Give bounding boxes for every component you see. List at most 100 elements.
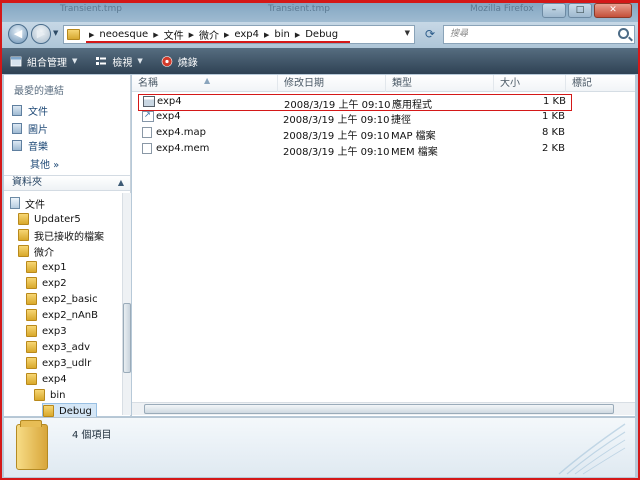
minimize-button[interactable]: – (542, 3, 566, 18)
chevron-right-icon[interactable]: ▶ (295, 31, 300, 39)
details-pane: 4 個項目 (4, 417, 635, 477)
column-header-date[interactable]: 修改日期 (278, 75, 386, 92)
file-size: 2 KB (542, 143, 565, 154)
folder-icon (26, 277, 37, 289)
breadcrumb-neoesque[interactable]: neoesque (99, 29, 148, 40)
folder-icon (26, 261, 37, 273)
shortcut-icon (142, 110, 154, 122)
background-window-title: Transient.tmp (268, 4, 330, 14)
breadcrumb-debug[interactable]: Debug (305, 29, 338, 40)
burn-button[interactable]: 燒錄 (161, 54, 198, 69)
navigation-bar: ◀ ▶ ▼ ▶ neoesque ▶ 文件 ▶ 微介 ▶ exp4 ▶ bin … (0, 22, 640, 48)
views-button[interactable]: 檢視 ▼ (95, 54, 143, 69)
burn-disc-icon (161, 55, 173, 67)
tree-item[interactable]: exp2_basic (26, 291, 98, 307)
tree-item[interactable]: exp3 (26, 323, 67, 339)
file-list-scrollbar[interactable] (132, 402, 635, 415)
tree-item[interactable]: exp2_nAnB (26, 307, 98, 323)
favorite-link-label: 圖片 (28, 125, 48, 136)
tree-item-label: bin (50, 389, 66, 401)
tree-item[interactable]: exp2 (26, 275, 67, 291)
table-row[interactable]: exp4.map 2008/3/19 上午 09:10 MAP 檔案 8 KB (138, 126, 572, 142)
folder-icon (18, 245, 29, 257)
tree-item[interactable]: exp3_adv (26, 339, 90, 355)
documents-icon (12, 105, 22, 116)
tree-item[interactable]: exp4 (26, 371, 67, 387)
favorite-link-label: 文件 (28, 107, 48, 118)
search-placeholder: 搜尋 (450, 29, 469, 39)
chevron-right-icon[interactable]: ▶ (89, 31, 94, 39)
background-window-title: Transient.tmp (60, 4, 122, 14)
file-name: exp4.mem (156, 143, 210, 154)
views-label: 檢視 (112, 57, 133, 69)
folder-icon (26, 309, 37, 321)
tree-item-label: exp3_udlr (42, 357, 92, 369)
title-bar: Transient.tmp Transient.tmp Mozilla Fire… (0, 0, 640, 22)
breadcrumb-bin[interactable]: bin (274, 29, 289, 40)
refresh-button[interactable]: ⟳ (419, 26, 441, 43)
search-icon[interactable] (618, 28, 629, 39)
forward-arrow-icon: ▶ (36, 27, 46, 40)
folders-section-header[interactable]: 資料夾 ▲ (4, 175, 130, 191)
favorite-link-documents[interactable]: 文件 (12, 103, 48, 118)
column-header-type[interactable]: 類型 (386, 75, 494, 92)
tree-item-label: exp2 (42, 277, 67, 289)
search-input[interactable]: 搜尋 (443, 25, 635, 44)
forward-button[interactable]: ▶ (31, 24, 51, 44)
tree-item[interactable]: 微介 (18, 243, 54, 259)
chevron-right-icon[interactable]: ▶ (153, 31, 158, 39)
chevron-up-icon[interactable]: ▲ (118, 176, 124, 190)
file-size: 8 KB (542, 127, 565, 138)
folder-icon (67, 29, 80, 40)
views-icon (96, 56, 107, 65)
address-history-dropdown[interactable]: ▼ (405, 29, 410, 37)
tree-item[interactable]: Updater5 (18, 211, 81, 227)
scrollbar-thumb[interactable] (144, 404, 614, 414)
column-header-size[interactable]: 大小 (494, 75, 566, 92)
organize-button[interactable]: 組合管理 ▼ (10, 54, 77, 69)
back-button[interactable]: ◀ (8, 24, 28, 44)
more-links[interactable]: 其他 » (30, 156, 59, 171)
recent-pages-dropdown[interactable]: ▼ (53, 29, 58, 37)
table-row[interactable]: exp4.mem 2008/3/19 上午 09:10 MEM 檔案 2 KB (138, 142, 572, 158)
scrollbar-thumb[interactable] (123, 303, 131, 373)
tree-item[interactable]: 我已接收的檔案 (18, 227, 104, 243)
favorite-link-music[interactable]: 音樂 (12, 138, 48, 153)
maximize-button[interactable]: □ (568, 3, 592, 18)
tree-item[interactable]: bin (34, 387, 65, 403)
tree-item[interactable]: exp3_udlr (26, 355, 91, 371)
file-type: MAP 檔案 (391, 131, 436, 142)
file-date: 2008/3/19 上午 09:10 (284, 100, 391, 111)
chevron-down-icon: ▼ (137, 57, 143, 65)
decorative-swoosh (558, 423, 626, 475)
tree-item[interactable]: 文件 (10, 195, 45, 211)
breadcrumb-exp4[interactable]: exp4 (234, 29, 259, 40)
column-header-tags[interactable]: 標記 (566, 75, 635, 92)
close-button[interactable]: ✕ (594, 3, 632, 18)
breadcrumb-weijie[interactable]: 微介 (199, 27, 219, 42)
favorite-link-pictures[interactable]: 圖片 (12, 121, 48, 136)
folder-icon (26, 357, 37, 369)
back-arrow-icon: ◀ (13, 27, 23, 40)
table-row[interactable]: exp4 2008/3/19 上午 09:10捷徑 1 KB (138, 110, 572, 126)
item-count: 4 個項目 (72, 430, 112, 441)
table-row[interactable]: exp4 2008/3/19 上午 09:10 應用程式 1 KB (138, 94, 572, 111)
folder-tree-scrollbar[interactable] (122, 193, 131, 415)
file-date: 2008/3/19 上午 09:10 (283, 115, 390, 126)
file-name: exp4 (156, 111, 181, 122)
chevron-right-icon[interactable]: ▶ (189, 31, 194, 39)
chevron-right-icon[interactable]: ▶ (224, 31, 229, 39)
breadcrumb-documents[interactable]: 文件 (164, 27, 184, 42)
file-list-pane: 名稱 ▲ 修改日期 類型 大小 標記 exp4 2008/3/19 上午 09:1… (132, 75, 635, 416)
tree-item-label: exp3_adv (42, 341, 90, 353)
column-header-name[interactable]: 名稱 ▲ (132, 75, 278, 92)
tree-item-label: 我已接收的檔案 (34, 231, 104, 243)
navigation-pane: 最愛的連結 文件 圖片 音樂 其他 » 資料夾 ▲ 文件 Updater5 我已接收… (4, 75, 131, 419)
folders-heading: 資料夾 (12, 177, 42, 188)
file-name: exp4.map (156, 127, 206, 138)
folder-icon (34, 389, 45, 401)
tree-item[interactable]: exp1 (26, 259, 67, 275)
chevron-down-icon: ▼ (72, 57, 78, 65)
command-toolbar: 組合管理 ▼ 檢視 ▼ 燒錄 (0, 48, 640, 74)
chevron-right-icon[interactable]: ▶ (264, 31, 269, 39)
